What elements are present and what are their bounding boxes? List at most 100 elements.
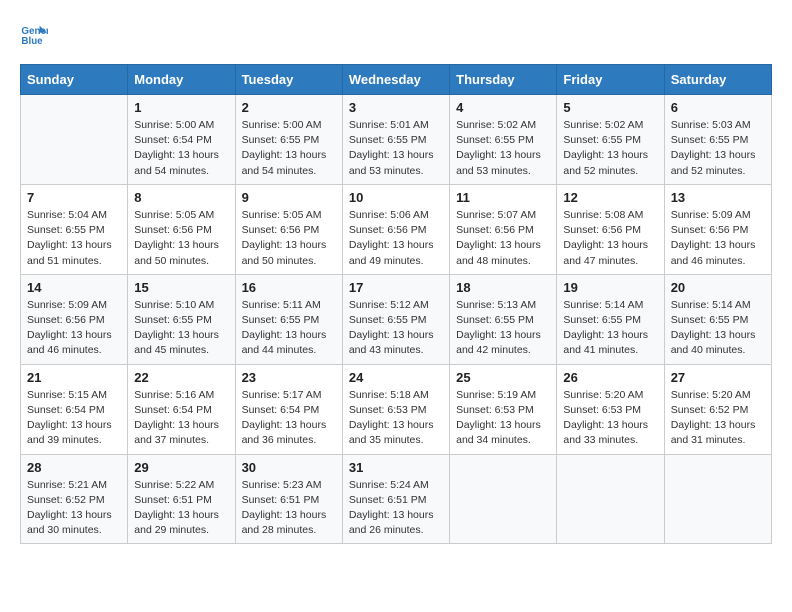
cell-4-2: 22 Sunrise: 5:16 AM Sunset: 6:54 PM Dayli… [128,364,235,454]
cell-1-7: 6 Sunrise: 5:03 AM Sunset: 6:55 PM Daylig… [664,95,771,185]
cell-3-2: 15 Sunrise: 5:10 AM Sunset: 6:55 PM Dayli… [128,274,235,364]
week-row-3: 14 Sunrise: 5:09 AM Sunset: 6:56 PM Dayli… [21,274,772,364]
col-header-wednesday: Wednesday [342,65,449,95]
cell-5-1: 28 Sunrise: 5:21 AM Sunset: 6:52 PM Dayli… [21,454,128,544]
day-number: 15 [134,280,228,295]
cell-content: Sunrise: 5:10 AM Sunset: 6:55 PM Dayligh… [134,298,228,359]
cell-content: Sunrise: 5:08 AM Sunset: 6:56 PM Dayligh… [563,208,657,269]
cell-content: Sunrise: 5:21 AM Sunset: 6:52 PM Dayligh… [27,478,121,539]
day-number: 19 [563,280,657,295]
cell-1-3: 2 Sunrise: 5:00 AM Sunset: 6:55 PM Daylig… [235,95,342,185]
day-number: 23 [242,370,336,385]
cell-content: Sunrise: 5:05 AM Sunset: 6:56 PM Dayligh… [242,208,336,269]
day-number: 28 [27,460,121,475]
cell-5-6 [557,454,664,544]
cell-content: Sunrise: 5:05 AM Sunset: 6:56 PM Dayligh… [134,208,228,269]
cell-3-3: 16 Sunrise: 5:11 AM Sunset: 6:55 PM Dayli… [235,274,342,364]
day-number: 9 [242,190,336,205]
col-header-monday: Monday [128,65,235,95]
cell-content: Sunrise: 5:09 AM Sunset: 6:56 PM Dayligh… [671,208,765,269]
day-number: 6 [671,100,765,115]
day-number: 5 [563,100,657,115]
cell-3-6: 19 Sunrise: 5:14 AM Sunset: 6:55 PM Dayli… [557,274,664,364]
day-number: 30 [242,460,336,475]
page-header: General Blue [20,20,772,48]
cell-5-5 [450,454,557,544]
cell-4-7: 27Sunrise: 5:20 AM Sunset: 6:52 PM Dayli… [664,364,771,454]
cell-content: Sunrise: 5:00 AM Sunset: 6:55 PM Dayligh… [242,118,336,179]
col-header-thursday: Thursday [450,65,557,95]
col-header-sunday: Sunday [21,65,128,95]
cell-4-3: 23Sunrise: 5:17 AM Sunset: 6:54 PM Dayli… [235,364,342,454]
cell-content: Sunrise: 5:13 AM Sunset: 6:55 PM Dayligh… [456,298,550,359]
cell-content: Sunrise: 5:24 AM Sunset: 6:51 PM Dayligh… [349,478,443,539]
cell-content: Sunrise: 5:11 AM Sunset: 6:55 PM Dayligh… [242,298,336,359]
day-number: 10 [349,190,443,205]
col-header-saturday: Saturday [664,65,771,95]
day-number: 4 [456,100,550,115]
day-number: 22 [134,370,228,385]
cell-2-6: 12 Sunrise: 5:08 AM Sunset: 6:56 PM Dayli… [557,184,664,274]
cell-1-5: 4 Sunrise: 5:02 AM Sunset: 6:55 PM Daylig… [450,95,557,185]
day-number: 13 [671,190,765,205]
day-number: 12 [563,190,657,205]
cell-content: Sunrise: 5:19 AM Sunset: 6:53 PM Dayligh… [456,388,550,449]
day-number: 25 [456,370,550,385]
cell-content: Sunrise: 5:09 AM Sunset: 6:56 PM Dayligh… [27,298,121,359]
cell-content: Sunrise: 5:14 AM Sunset: 6:55 PM Dayligh… [563,298,657,359]
day-number: 27 [671,370,765,385]
cell-content: Sunrise: 5:02 AM Sunset: 6:55 PM Dayligh… [456,118,550,179]
col-header-friday: Friday [557,65,664,95]
day-number: 2 [242,100,336,115]
cell-content: Sunrise: 5:20 AM Sunset: 6:53 PM Dayligh… [563,388,657,449]
cell-content: Sunrise: 5:23 AM Sunset: 6:51 PM Dayligh… [242,478,336,539]
day-number: 11 [456,190,550,205]
day-number: 21 [27,370,121,385]
cell-content: Sunrise: 5:03 AM Sunset: 6:55 PM Dayligh… [671,118,765,179]
cell-3-5: 18 Sunrise: 5:13 AM Sunset: 6:55 PM Dayli… [450,274,557,364]
cell-5-4: 31 Sunrise: 5:24 AM Sunset: 6:51 PM Dayli… [342,454,449,544]
cell-2-1: 7 Sunrise: 5:04 AM Sunset: 6:55 PM Daylig… [21,184,128,274]
day-number: 26 [563,370,657,385]
week-row-1: 1Sunrise: 5:00 AM Sunset: 6:54 PM Daylig… [21,95,772,185]
day-number: 20 [671,280,765,295]
day-number: 29 [134,460,228,475]
day-number: 14 [27,280,121,295]
day-number: 7 [27,190,121,205]
cell-1-2: 1Sunrise: 5:00 AM Sunset: 6:54 PM Daylig… [128,95,235,185]
cell-2-4: 10 Sunrise: 5:06 AM Sunset: 6:56 PM Dayli… [342,184,449,274]
week-row-2: 7 Sunrise: 5:04 AM Sunset: 6:55 PM Daylig… [21,184,772,274]
week-row-5: 28 Sunrise: 5:21 AM Sunset: 6:52 PM Dayli… [21,454,772,544]
svg-text:Blue: Blue [21,36,43,47]
day-number: 31 [349,460,443,475]
cell-content: Sunrise: 5:07 AM Sunset: 6:56 PM Dayligh… [456,208,550,269]
cell-1-4: 3Sunrise: 5:01 AM Sunset: 6:55 PM Daylig… [342,95,449,185]
day-number: 18 [456,280,550,295]
cell-5-3: 30 Sunrise: 5:23 AM Sunset: 6:51 PM Dayli… [235,454,342,544]
cell-content: Sunrise: 5:14 AM Sunset: 6:55 PM Dayligh… [671,298,765,359]
cell-content: Sunrise: 5:18 AM Sunset: 6:53 PM Dayligh… [349,388,443,449]
calendar-table: SundayMondayTuesdayWednesdayThursdayFrid… [20,64,772,544]
cell-3-4: 17 Sunrise: 5:12 AM Sunset: 6:55 PM Dayli… [342,274,449,364]
cell-5-7 [664,454,771,544]
cell-content: Sunrise: 5:04 AM Sunset: 6:55 PM Dayligh… [27,208,121,269]
cell-4-4: 24 Sunrise: 5:18 AM Sunset: 6:53 PM Dayli… [342,364,449,454]
cell-content: Sunrise: 5:00 AM Sunset: 6:54 PM Dayligh… [134,118,228,179]
cell-content: Sunrise: 5:16 AM Sunset: 6:54 PM Dayligh… [134,388,228,449]
day-number: 16 [242,280,336,295]
cell-2-5: 11 Sunrise: 5:07 AM Sunset: 6:56 PM Dayli… [450,184,557,274]
cell-3-7: 20 Sunrise: 5:14 AM Sunset: 6:55 PM Dayli… [664,274,771,364]
day-number: 8 [134,190,228,205]
cell-2-7: 13 Sunrise: 5:09 AM Sunset: 6:56 PM Dayli… [664,184,771,274]
day-number: 24 [349,370,443,385]
cell-content: Sunrise: 5:06 AM Sunset: 6:56 PM Dayligh… [349,208,443,269]
day-number: 17 [349,280,443,295]
cell-4-5: 25 Sunrise: 5:19 AM Sunset: 6:53 PM Dayli… [450,364,557,454]
cell-1-1 [21,95,128,185]
cell-2-3: 9 Sunrise: 5:05 AM Sunset: 6:56 PM Daylig… [235,184,342,274]
cell-content: Sunrise: 5:22 AM Sunset: 6:51 PM Dayligh… [134,478,228,539]
cell-content: Sunrise: 5:12 AM Sunset: 6:55 PM Dayligh… [349,298,443,359]
week-row-4: 21Sunrise: 5:15 AM Sunset: 6:54 PM Dayli… [21,364,772,454]
col-header-tuesday: Tuesday [235,65,342,95]
cell-4-1: 21Sunrise: 5:15 AM Sunset: 6:54 PM Dayli… [21,364,128,454]
